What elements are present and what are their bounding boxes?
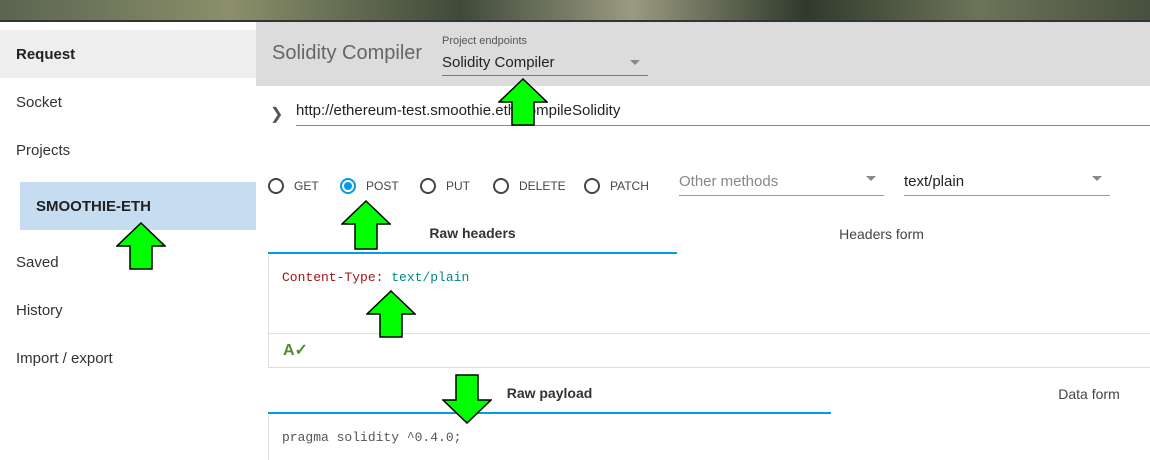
request-header-bar: Solidity Compiler Project endpoints Soli… bbox=[256, 22, 1150, 86]
green-arrow-icon bbox=[366, 290, 416, 338]
sidebar-item-label: Saved bbox=[16, 253, 59, 271]
caret-down-icon bbox=[1092, 176, 1102, 181]
caret-down-icon bbox=[866, 176, 876, 181]
method-delete-radio[interactable]: DELETE bbox=[493, 178, 566, 194]
sidebar-item-label: Socket bbox=[16, 93, 62, 111]
tab-raw-headers[interactable]: Raw headers bbox=[268, 214, 677, 254]
radio-unchecked-icon bbox=[420, 178, 436, 194]
sidebar-item-import-export[interactable]: Import / export bbox=[0, 334, 256, 382]
green-arrow-icon bbox=[498, 78, 548, 126]
sidebar-item-request[interactable]: Request bbox=[0, 30, 256, 78]
other-methods-select[interactable]: Other methods bbox=[679, 168, 884, 196]
green-arrow-icon bbox=[442, 374, 492, 424]
sidebar-item-label: History bbox=[16, 301, 63, 319]
method-patch-radio[interactable]: PATCH bbox=[584, 178, 649, 194]
method-post-radio[interactable]: POST bbox=[340, 178, 399, 194]
green-arrow-icon bbox=[341, 200, 391, 250]
method-label: POST bbox=[366, 179, 399, 193]
sidebar-item-label: Request bbox=[16, 45, 76, 63]
url-row: ❯ bbox=[256, 96, 1150, 128]
page-title: Solidity Compiler bbox=[272, 42, 423, 64]
method-get-radio[interactable]: GET bbox=[268, 178, 319, 194]
method-label: DELETE bbox=[519, 179, 566, 193]
header-value: text/plain bbox=[391, 270, 470, 285]
tab-label: Raw headers bbox=[429, 225, 516, 241]
radio-unchecked-icon bbox=[268, 178, 284, 194]
project-endpoints-value: Solidity Compiler bbox=[442, 54, 555, 71]
headers-editor-toolbar: A✓ bbox=[268, 334, 1150, 368]
url-input[interactable] bbox=[296, 96, 1150, 126]
spellcheck-icon[interactable]: A✓ bbox=[283, 340, 308, 360]
sidebar-item-label: SMOOTHIE-ETH bbox=[36, 197, 151, 215]
header-key: Content-Type: bbox=[282, 270, 384, 285]
caret-down-icon bbox=[630, 60, 640, 65]
chevron-right-icon[interactable]: ❯ bbox=[270, 104, 283, 124]
tab-headers-form[interactable]: Headers form bbox=[677, 214, 1086, 254]
project-endpoints-select[interactable]: Solidity Compiler bbox=[442, 52, 648, 76]
radio-unchecked-icon bbox=[493, 178, 509, 194]
background-photo-strip bbox=[0, 0, 1150, 20]
method-label: PATCH bbox=[610, 179, 649, 193]
method-label: GET bbox=[294, 179, 319, 193]
sidebar-item-label: Projects bbox=[16, 141, 71, 159]
radio-checked-icon bbox=[340, 178, 356, 194]
payload-text: pragma solidity ^0.4.0; bbox=[282, 430, 462, 445]
method-put-radio[interactable]: PUT bbox=[420, 178, 470, 194]
sidebar-item-projects[interactable]: Projects bbox=[0, 126, 256, 174]
sidebar-item-socket[interactable]: Socket bbox=[0, 78, 256, 126]
tab-data-form[interactable]: Data form bbox=[1028, 374, 1150, 414]
raw-payload-editor[interactable]: pragma solidity ^0.4.0; bbox=[268, 416, 1150, 460]
content-type-select[interactable]: text/plain bbox=[904, 168, 1110, 196]
method-label: PUT bbox=[446, 179, 470, 193]
tab-label: Headers form bbox=[839, 226, 924, 242]
sidebar-item-history[interactable]: History bbox=[0, 286, 256, 334]
tab-label: Data form bbox=[1058, 386, 1120, 402]
green-arrow-icon bbox=[116, 222, 166, 270]
tab-raw-payload[interactable]: Raw payload bbox=[268, 374, 831, 414]
content-type-value: text/plain bbox=[904, 173, 965, 190]
sidebar-item-label: Import / export bbox=[16, 349, 113, 367]
radio-unchecked-icon bbox=[584, 178, 600, 194]
headers-tabs: Raw headers Headers form bbox=[268, 214, 1150, 254]
payload-tabs: Raw payload Data form bbox=[268, 374, 1150, 414]
project-endpoints-label: Project endpoints bbox=[442, 35, 527, 47]
other-methods-placeholder: Other methods bbox=[679, 173, 779, 190]
tab-label: Raw payload bbox=[506, 385, 593, 401]
